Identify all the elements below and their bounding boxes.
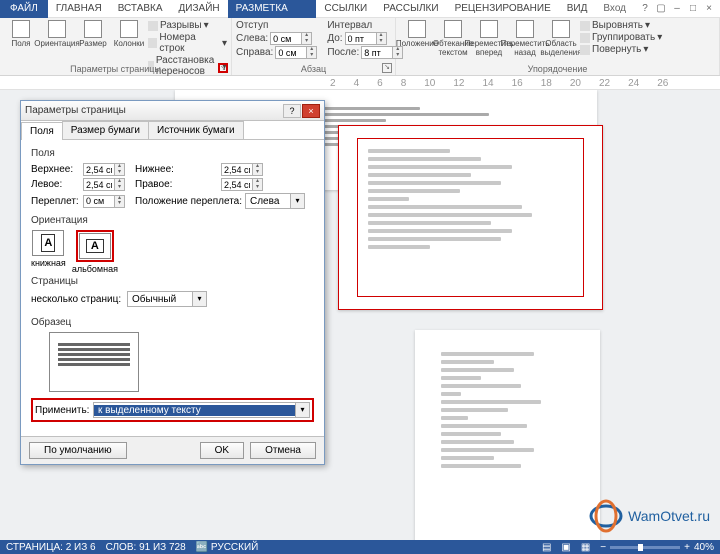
zoom-in-icon[interactable]: + (684, 542, 690, 553)
top-label: Верхнее: (31, 164, 83, 175)
dialog-title: Параметры страницы (25, 105, 283, 116)
tab-design[interactable]: ДИЗАЙН (171, 0, 228, 18)
orientation-portrait[interactable]: A книжная (31, 230, 66, 274)
status-bar: СТРАНИЦА: 2 ИЗ 6 СЛОВ: 91 ИЗ 728 🔤 РУССК… (0, 540, 720, 554)
dialog-tabs: Поля Размер бумаги Источник бумаги (21, 121, 324, 140)
watermark: WamOtvet.ru (588, 498, 710, 534)
bottom-spin[interactable]: ▴▾ (221, 163, 263, 176)
sample-section: Образец (31, 317, 314, 328)
group-arrange: Положение Обтекание текстом Переместить … (396, 18, 720, 75)
status-lang[interactable]: 🔤 РУССКИЙ (196, 542, 259, 553)
ribbon-collapse-icon[interactable]: ▢ (654, 3, 668, 14)
minimize-icon[interactable]: – (670, 3, 684, 14)
tab-page-layout[interactable]: РАЗМЕТКА СТРАНИЦЫ (228, 0, 317, 18)
view-web-icon[interactable]: ▦ (581, 542, 590, 553)
send-back-button[interactable]: Переместить назад (508, 20, 542, 57)
watermark-text: WamOtvet.ru (628, 508, 710, 524)
tab-paper[interactable]: Размер бумаги (62, 121, 149, 139)
gutter-pos-label: Положение переплета: (135, 196, 245, 207)
tab-margins[interactable]: Поля (21, 122, 63, 140)
zoom-slider[interactable]: − + 40% (600, 542, 714, 553)
cancel-button[interactable]: Отмена (250, 442, 316, 459)
maximize-icon[interactable]: □ (686, 3, 700, 14)
orientation-landscape[interactable]: A альбомная (72, 230, 118, 274)
gutter-spin[interactable]: ▴▾ (83, 195, 125, 208)
group-title: Параметры страницы (0, 64, 231, 74)
multi-label: несколько страниц: (31, 294, 127, 305)
tab-home[interactable]: ГЛАВНАЯ (48, 0, 110, 18)
apply-combo[interactable]: к выделенному тексту▾ (93, 402, 310, 418)
window-controls: ? ▢ – □ × (634, 3, 720, 14)
ok-button[interactable]: OK (200, 442, 244, 459)
selection-pane-button[interactable]: Область выделения (544, 20, 578, 57)
page-3 (415, 330, 600, 540)
left-spin[interactable]: ▴▾ (83, 178, 125, 191)
ruler-ticks: 2468101214161820222426 (330, 78, 700, 88)
position-button[interactable]: Положение (400, 20, 434, 57)
tab-insert[interactable]: ВСТАВКА (110, 0, 171, 18)
menu-tabs: ФАЙЛ ГЛАВНАЯ ВСТАВКА ДИЗАЙН РАЗМЕТКА СТР… (0, 0, 720, 18)
view-read-icon[interactable]: ▣ (561, 542, 570, 553)
page-setup-dialog: Параметры страницы ? × Поля Размер бумаг… (20, 100, 325, 465)
tab-view[interactable]: ВИД (559, 0, 596, 18)
apply-label: Применить: (35, 405, 93, 416)
zoom-value[interactable]: 40% (694, 542, 714, 553)
login-link[interactable]: Вход (595, 1, 634, 16)
paragraph-launcher[interactable]: ↘ (382, 63, 392, 73)
dialog-titlebar[interactable]: Параметры страницы ? × (21, 101, 324, 121)
line-numbers-button[interactable]: Номера строк ▾ (148, 32, 227, 54)
group-button[interactable]: Группировать ▾ (580, 32, 662, 43)
interval-label: Интервал (327, 20, 403, 31)
view-print-icon[interactable]: ▤ (542, 542, 551, 553)
space-after[interactable]: После:▴▾ (327, 46, 403, 59)
gutter-label: Переплет: (31, 196, 83, 207)
indent-right[interactable]: Справа:▴▾ (236, 46, 317, 59)
status-page[interactable]: СТРАНИЦА: 2 ИЗ 6 (6, 542, 96, 553)
file-tab[interactable]: ФАЙЛ (0, 0, 48, 18)
dialog-close-icon[interactable]: × (302, 104, 320, 118)
left-label: Левое: (31, 179, 83, 190)
horizontal-ruler[interactable]: 2468101214161820222426 (0, 76, 720, 90)
status-words[interactable]: СЛОВ: 91 ИЗ 728 (106, 542, 186, 553)
tab-source[interactable]: Источник бумаги (148, 121, 244, 139)
page-2-landscape (338, 125, 603, 310)
bottom-label: Нижнее: (135, 164, 221, 175)
group-title: Абзац (232, 64, 395, 74)
logo-icon (588, 498, 624, 534)
close-icon[interactable]: × (702, 3, 716, 14)
default-button[interactable]: По умолчанию (29, 442, 127, 459)
zoom-out-icon[interactable]: − (600, 542, 606, 553)
tab-review[interactable]: РЕЦЕНЗИРОВАНИЕ (447, 0, 559, 18)
help-icon[interactable]: ? (638, 3, 652, 14)
orientation-section: Ориентация (31, 215, 314, 226)
indent-label: Отступ (236, 20, 317, 31)
pages-section: Страницы (31, 276, 314, 287)
right-spin[interactable]: ▴▾ (221, 178, 263, 191)
top-spin[interactable]: ▴▾ (83, 163, 125, 176)
dialog-help-icon[interactable]: ? (283, 104, 301, 118)
gutter-pos-combo[interactable]: Слева▾ (245, 193, 305, 209)
group-page-setup: Поля Ориентация Размер Колонки Разрывы ▾… (0, 18, 232, 75)
apply-to-row: Применить: к выделенному тексту▾ (31, 398, 314, 422)
indent-left[interactable]: Слева:▴▾ (236, 32, 317, 45)
margins-section: Поля (31, 148, 314, 159)
tab-mailings[interactable]: РАССЫЛКИ (375, 0, 446, 18)
right-label: Правое: (135, 179, 221, 190)
preview-box (49, 332, 139, 392)
tab-references[interactable]: ССЫЛКИ (316, 0, 375, 18)
breaks-button[interactable]: Разрывы ▾ (148, 20, 227, 31)
group-paragraph: Отступ Слева:▴▾ Справа:▴▾ Интервал До:▴▾… (232, 18, 396, 75)
multi-combo[interactable]: Обычный▾ (127, 291, 207, 307)
ribbon: Поля Ориентация Размер Колонки Разрывы ▾… (0, 18, 720, 76)
space-before[interactable]: До:▴▾ (327, 32, 403, 45)
rotate-button[interactable]: Повернуть ▾ (580, 44, 662, 55)
group-title: Упорядочение (396, 64, 719, 74)
align-button[interactable]: Выровнять ▾ (580, 20, 662, 31)
page-setup-launcher[interactable]: ↘ (218, 63, 228, 73)
